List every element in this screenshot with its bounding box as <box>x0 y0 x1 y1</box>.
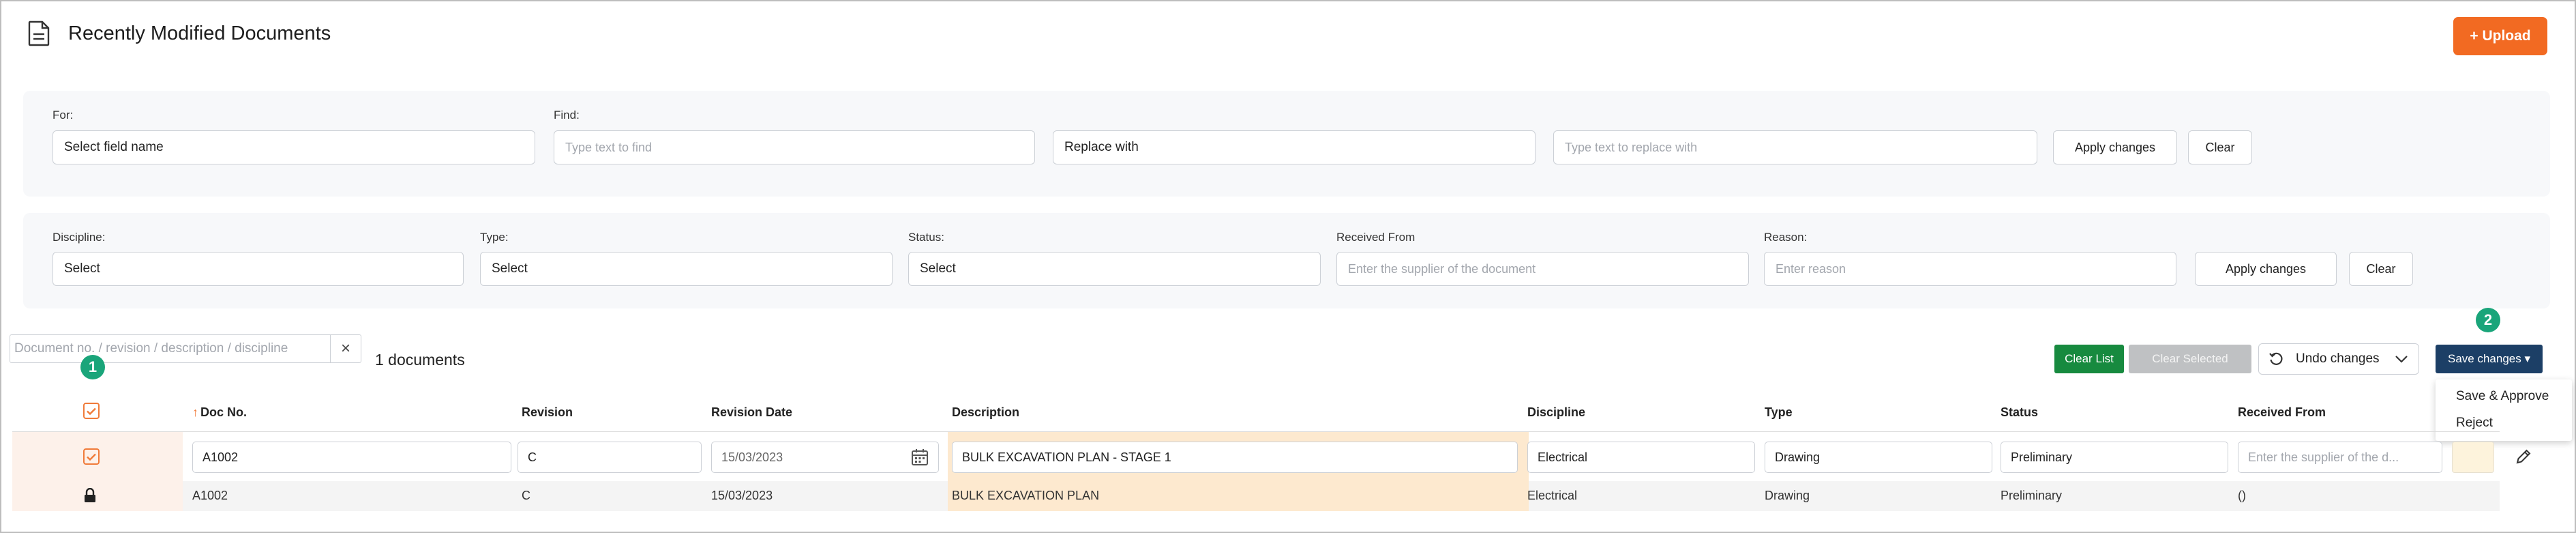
row-checkbox[interactable] <box>83 448 100 465</box>
check-icon <box>87 407 96 415</box>
for-label: For: <box>53 109 74 121</box>
undo-label: Undo changes <box>2296 351 2380 366</box>
apply-bulk-edit-button[interactable]: Apply changes <box>2195 252 2337 286</box>
type-select[interactable]: Select <box>480 252 893 286</box>
page-title: Recently Modified Documents <box>68 22 331 44</box>
find-label: Find: <box>554 109 580 121</box>
replace-input[interactable]: Type text to replace with <box>1553 130 2037 164</box>
check-icon <box>87 453 96 461</box>
document-search[interactable]: Document no. / revision / description / … <box>10 334 361 363</box>
type-label: Type: <box>480 231 509 244</box>
column-revision[interactable]: Revision <box>522 405 573 420</box>
column-type[interactable]: Type <box>1765 405 1793 420</box>
bulk-edit-panel: Discipline: Select Type: Select Status: … <box>23 213 2550 308</box>
column-status[interactable]: Status <box>2001 405 2038 420</box>
table-row-original: A1002 C 15/03/2023 BULK EXCAVATION PLAN … <box>12 481 2500 511</box>
reason-label: Reason: <box>1764 231 1808 244</box>
document-icon <box>28 20 50 46</box>
revision-date-input[interactable]: 15/03/2023 <box>711 442 939 473</box>
discipline-select[interactable]: Select <box>53 252 464 286</box>
clear-find-replace-button[interactable]: Clear <box>2188 130 2252 164</box>
orig-revision-date: 15/03/2023 <box>711 489 773 502</box>
discipline-label: Discipline: <box>53 231 106 244</box>
revision-input[interactable]: C <box>518 442 702 473</box>
status-input[interactable]: Preliminary <box>2001 442 2228 473</box>
doc-no-input[interactable]: A1002 <box>192 442 511 473</box>
document-count: 1 documents <box>375 351 465 369</box>
find-replace-panel: For: Select field name Find: Type text t… <box>23 91 2550 197</box>
column-revision-date[interactable]: Revision Date <box>711 405 792 420</box>
status-select[interactable]: Select <box>908 252 1321 286</box>
clear-list-button[interactable]: Clear List <box>2054 345 2124 373</box>
received-from-label: Received From <box>1336 231 1416 244</box>
orig-received-from: () <box>2238 489 2246 502</box>
page-header: Recently Modified Documents <box>27 20 331 46</box>
step-badge-1: 1 <box>80 355 105 379</box>
received-from-input[interactable]: Enter the supplier of the document <box>1336 252 1749 286</box>
orig-revision: C <box>522 489 530 502</box>
row-lock-cell <box>12 481 183 511</box>
calendar-icon[interactable] <box>911 448 929 466</box>
orig-doc-no: A1002 <box>192 489 228 502</box>
column-received-from[interactable]: Received From <box>2238 405 2326 420</box>
orig-type: Drawing <box>1765 489 1810 502</box>
table-row-edit: A1002 C 15/03/2023 BULK EXCAVATION PLAN … <box>12 432 2500 511</box>
lock-icon <box>85 488 95 502</box>
search-input[interactable]: Document no. / revision / description / … <box>10 341 330 356</box>
step-badge-2: 2 <box>2476 308 2500 332</box>
chevron-down-icon <box>2395 356 2408 363</box>
column-description[interactable]: Description <box>952 405 1019 420</box>
field-name-select[interactable]: Select field name <box>53 130 535 164</box>
description-input[interactable]: BULK EXCAVATION PLAN - STAGE 1 <box>952 442 1518 473</box>
column-doc-no[interactable]: Doc No. <box>200 405 247 420</box>
upload-button[interactable]: + Upload <box>2453 17 2547 55</box>
save-changes-button[interactable]: Save changes ▾ <box>2436 345 2543 373</box>
clear-bulk-edit-button[interactable]: Clear <box>2349 252 2413 286</box>
reason-cell-input[interactable] <box>2452 442 2494 473</box>
edit-pencil-icon[interactable] <box>2515 448 2532 465</box>
replace-field-select[interactable]: Replace with <box>1053 130 1536 164</box>
orig-status: Preliminary <box>2001 489 2063 502</box>
table-header: ↑ Doc No. Revision Revision Date Descrip… <box>12 390 2500 432</box>
orig-description: BULK EXCAVATION PLAN <box>952 489 1100 502</box>
received-from-row-input[interactable]: Enter the supplier of the d... <box>2238 442 2442 473</box>
status-label: Status: <box>908 231 944 244</box>
close-icon[interactable]: × <box>330 335 361 362</box>
apply-find-replace-button[interactable]: Apply changes <box>2053 130 2177 164</box>
reason-input[interactable]: Enter reason <box>1764 252 2176 286</box>
find-input[interactable]: Type text to find <box>554 130 1035 164</box>
type-input[interactable]: Drawing <box>1765 442 1992 473</box>
undo-changes-button[interactable]: Undo changes <box>2258 343 2419 375</box>
select-all-checkbox[interactable] <box>83 403 100 419</box>
clear-selected-button[interactable]: Clear Selected <box>2129 345 2251 373</box>
undo-icon <box>2269 352 2283 365</box>
discipline-input[interactable]: Electrical <box>1527 442 1755 473</box>
revision-date-value: 15/03/2023 <box>721 450 783 464</box>
column-discipline[interactable]: Discipline <box>1527 405 1585 420</box>
sort-asc-icon[interactable]: ↑ <box>192 405 198 420</box>
orig-discipline: Electrical <box>1527 489 1578 502</box>
